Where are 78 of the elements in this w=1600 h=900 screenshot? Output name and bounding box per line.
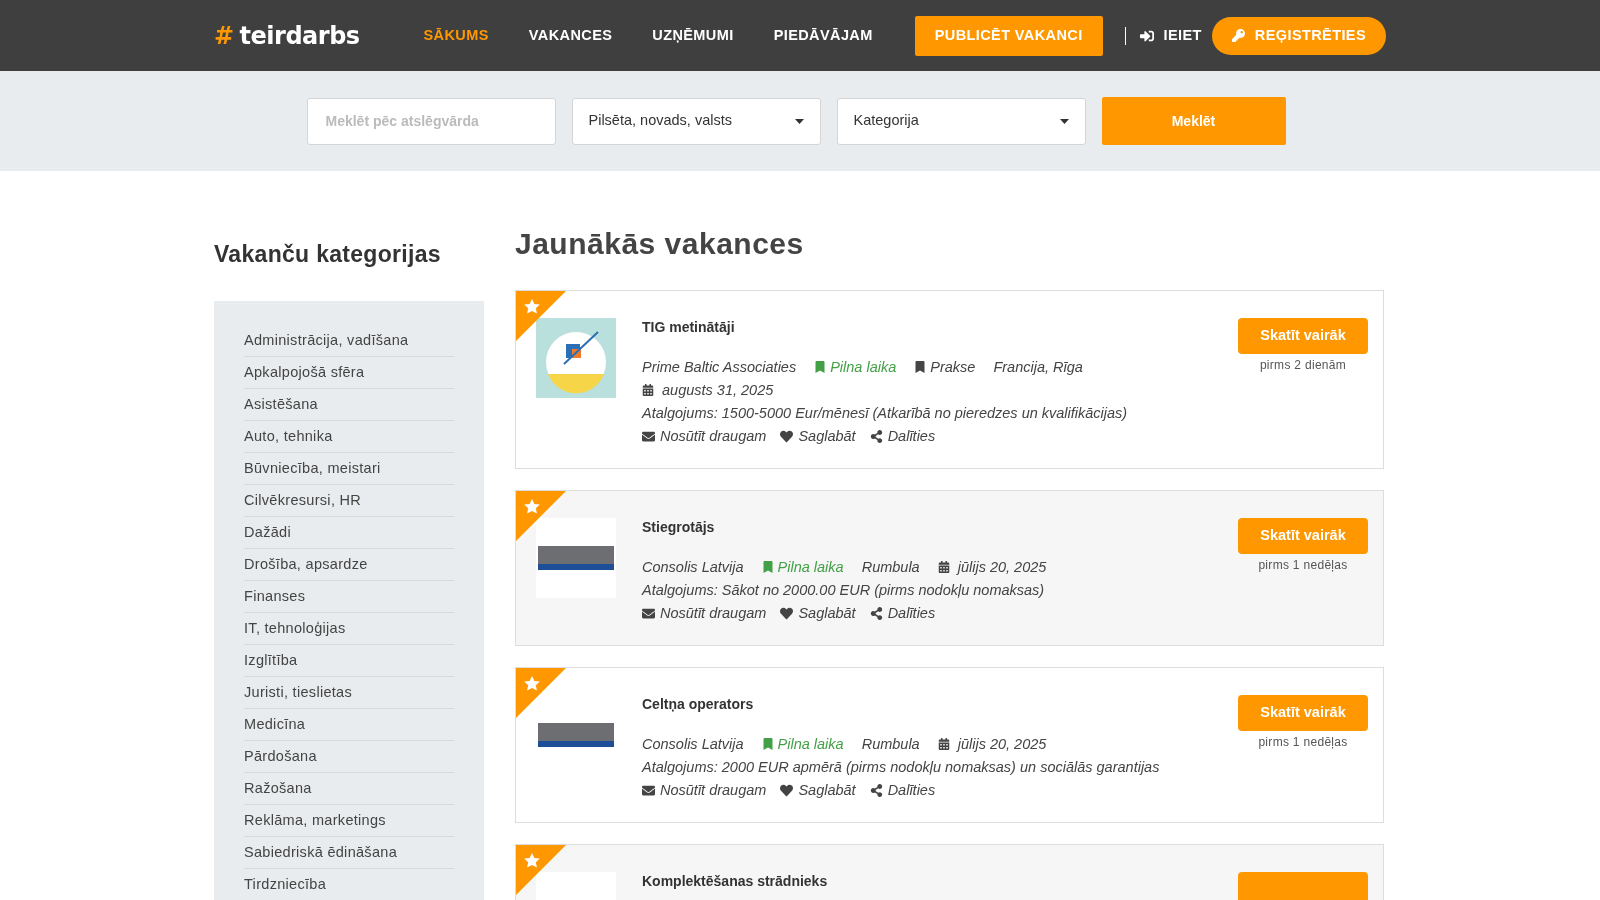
key-icon	[1231, 29, 1245, 42]
dropdown-caret-icon	[794, 118, 804, 124]
job-action-link[interactable]: Nosūtīt draugam	[642, 425, 767, 448]
category-link[interactable]: Auto, tehnika	[244, 420, 454, 453]
category-link[interactable]: Būvniecība, meistari	[244, 452, 454, 485]
job-title[interactable]: Celtņa operators	[642, 695, 1220, 713]
envelope-icon	[642, 430, 655, 443]
category-select[interactable]: Kategorija	[836, 97, 1086, 145]
job-salary: Atalgojums: 1500-5000 Eur/mēnesī (Atkarībā no pieredzes un kvalifikācijas)	[642, 404, 1128, 423]
heart-icon	[780, 607, 794, 620]
employment-type: Pilna laika	[830, 359, 897, 375]
envelope-icon	[642, 607, 655, 620]
job-action-link[interactable]: Dalīties	[869, 779, 936, 802]
company-name[interactable]: Consolis Latvija	[642, 556, 744, 579]
keyword-input-field[interactable]: Meklēt pēc atslēgvārda	[306, 97, 556, 145]
calendar-icon	[937, 737, 950, 750]
share-icon	[869, 430, 883, 443]
share-icon	[869, 784, 883, 797]
job-action-link[interactable]: Nosūtīt draugam	[642, 602, 767, 625]
job-salary: Atalgojums: Sākot no 2000.00 EUR (pirms nodokļu nomaksas)	[642, 581, 1045, 600]
category-link[interactable]: Izglītība	[244, 644, 454, 677]
job-action-link[interactable]: Saglabāt	[780, 602, 856, 625]
job-date: jūlijs 20, 2025	[957, 736, 1047, 752]
dropdown-caret-icon	[1059, 118, 1069, 124]
job-action-link[interactable]: Saglabāt	[780, 779, 856, 802]
job-location: Rumbula	[861, 735, 920, 754]
company-name[interactable]: Prime Baltic Associaties	[642, 356, 797, 379]
category-link[interactable]: Tirdzniecība	[244, 868, 454, 900]
job-title[interactable]: TIG metinātāji	[642, 318, 1220, 336]
category-link[interactable]: Juristi, tieslietas	[244, 676, 454, 709]
job-action-link[interactable]: Nosūtīt draugam	[642, 779, 767, 802]
view-more-button[interactable]	[1238, 872, 1368, 900]
nav-link[interactable]: SĀKUMS	[423, 24, 489, 47]
category-link[interactable]: Drošība, apsardze	[244, 548, 454, 581]
category-link[interactable]: Pārdošana	[244, 740, 454, 773]
location-select[interactable]: Pilsēta, novads, valsts	[571, 97, 821, 145]
job-date: augusts 31, 2025	[662, 382, 774, 398]
job-action-link[interactable]: Dalīties	[869, 602, 936, 625]
job-title[interactable]: Komplektēšanas strādnieks	[642, 872, 1220, 890]
job-action-link[interactable]: Saglabāt	[780, 425, 856, 448]
posted-time: pirms 2 dienām	[1259, 357, 1347, 374]
category-link[interactable]: Dažādi	[244, 516, 454, 549]
heart-icon	[780, 784, 794, 797]
category-link[interactable]: Finanses	[244, 580, 454, 613]
calendar-icon	[642, 383, 654, 396]
job-action-link[interactable]: Dalīties	[869, 425, 936, 448]
section-title: Jaunākās vakances	[515, 226, 805, 262]
nav-link[interactable]: VAKANCES	[528, 24, 613, 47]
site-logo[interactable]: # teirdarbs	[214, 17, 422, 54]
category-link[interactable]: Medicīna	[244, 708, 454, 741]
category-link[interactable]: Ražošana	[244, 772, 454, 805]
category-link[interactable]: Administrācija, vadīšana	[244, 324, 454, 357]
category-link[interactable]: Asistēšana	[244, 388, 454, 421]
job-location: Rumbula	[861, 558, 920, 577]
heart-icon	[780, 430, 794, 443]
category-link[interactable]: Cilvēkresursi, HR	[244, 484, 454, 517]
employment-type: Pilna laika	[777, 559, 844, 575]
category-link[interactable]: IT, tehnoloģijas	[244, 612, 454, 645]
company-name[interactable]: Consolis Latvija	[642, 733, 744, 756]
sign-in-icon	[1139, 28, 1154, 43]
posted-time: pirms 1 nedēļas	[1258, 734, 1348, 751]
share-icon	[869, 607, 883, 620]
nav-link[interactable]: UZŅĒMUMI	[652, 24, 734, 47]
envelope-icon	[642, 784, 655, 797]
category-link[interactable]: Reklāma, marketings	[244, 804, 454, 837]
login-link[interactable]: IEIET	[1139, 24, 1202, 47]
posted-time: pirms 1 nedēļas	[1258, 557, 1348, 574]
calendar-icon	[937, 560, 950, 573]
employment-type: Prakse	[930, 359, 976, 375]
job-salary: Atalgojums: 2000 EUR apmērā (pirms nodokļu nomaksas) un sociālās garantijas	[642, 758, 1160, 777]
job-date: jūlijs 20, 2025	[957, 559, 1047, 575]
job-title[interactable]: Stiegrotājs	[642, 518, 1220, 536]
employment-type: Pilna laika	[777, 736, 844, 752]
nav-link[interactable]: PIEDĀVĀJAM	[773, 24, 873, 47]
sidebar-title: Vakanču kategorijas	[214, 240, 442, 269]
job-location: Francija, Rīga	[993, 358, 1083, 377]
category-link[interactable]: Apkalpojošā sfēra	[244, 356, 454, 389]
category-link[interactable]: Sabiedriskā ēdināšana	[244, 836, 454, 869]
